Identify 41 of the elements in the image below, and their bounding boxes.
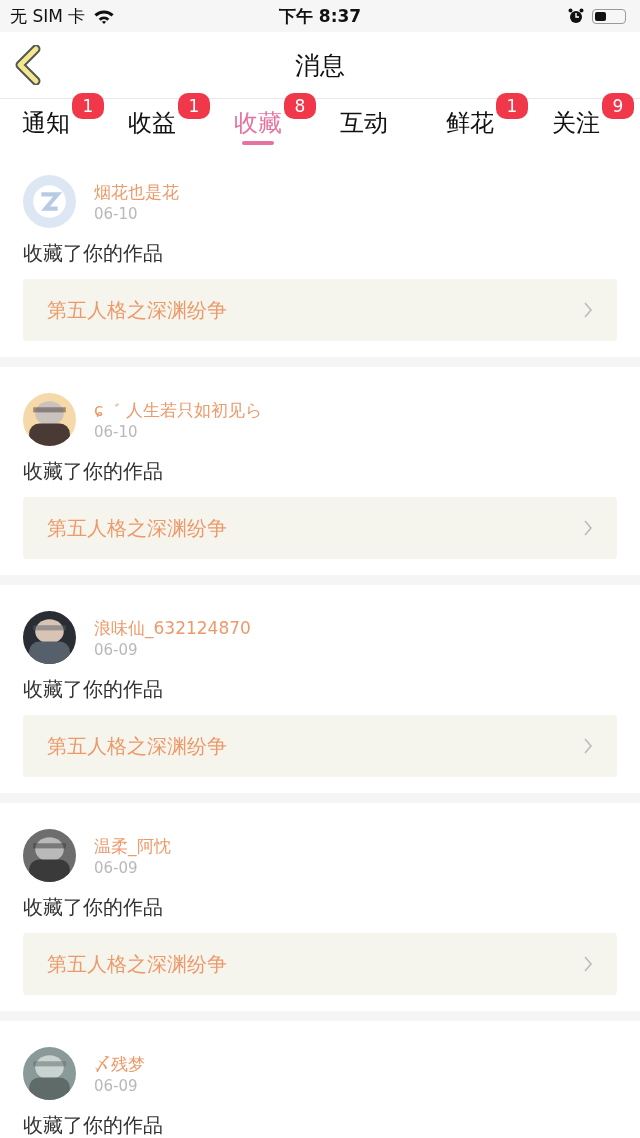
date-text: 06-10 — [94, 422, 139, 441]
message-text: 收藏了你的作品 — [23, 458, 164, 485]
username[interactable]: 温柔_阿忱 — [94, 834, 171, 858]
date-text: 06-09 — [94, 640, 139, 659]
username[interactable]: 浪味仙_632124870 — [94, 616, 251, 640]
tab[interactable]: 鲜花 — [446, 99, 494, 149]
message-text: 收藏了你的作品 — [23, 1112, 164, 1138]
chevron-right-icon — [583, 737, 593, 755]
clock-time: 下午 8:37 — [278, 4, 362, 28]
count-badge: 8 — [284, 93, 316, 119]
alarm-icon — [568, 8, 584, 24]
tab[interactable]: 关注 — [552, 99, 600, 149]
chevron-right-icon — [583, 955, 593, 973]
work-link[interactable]: 第五人格之深渊纷争 — [23, 715, 617, 777]
carrier-text: 无 SIM 卡 — [10, 4, 86, 28]
username[interactable]: 〆残梦 — [94, 1052, 145, 1076]
message-text: 收藏了你的作品 — [23, 240, 164, 267]
work-link[interactable]: 第五人格之深渊纷争 — [23, 497, 617, 559]
default-avatar-icon — [23, 175, 76, 228]
username[interactable]: ɕ゛ 人生若只如初见ら — [94, 398, 262, 422]
chevron-right-icon — [583, 301, 593, 319]
count-badge: 1 — [178, 93, 210, 119]
message-text: 收藏了你的作品 — [23, 894, 164, 921]
tab[interactable]: 收藏 — [234, 99, 282, 149]
count-badge: 1 — [72, 93, 104, 119]
count-badge: 1 — [496, 93, 528, 119]
username[interactable]: 烟花也是花 — [94, 180, 179, 204]
date-text: 06-09 — [94, 1076, 139, 1095]
tab[interactable]: 通知 — [22, 99, 70, 149]
tab[interactable]: 互动 — [340, 99, 388, 149]
page-title: 消息 — [295, 49, 345, 82]
work-link[interactable]: 第五人格之深渊纷争 — [23, 933, 617, 995]
chevron-right-icon — [583, 519, 593, 537]
tab[interactable]: 收益 — [128, 99, 176, 149]
message-text: 收藏了你的作品 — [23, 676, 164, 703]
count-badge: 9 — [602, 93, 634, 119]
date-text: 06-10 — [94, 204, 139, 223]
battery-icon — [592, 8, 626, 24]
work-link[interactable]: 第五人格之深渊纷争 — [23, 279, 617, 341]
wifi-icon — [93, 8, 116, 24]
date-text: 06-09 — [94, 858, 139, 877]
